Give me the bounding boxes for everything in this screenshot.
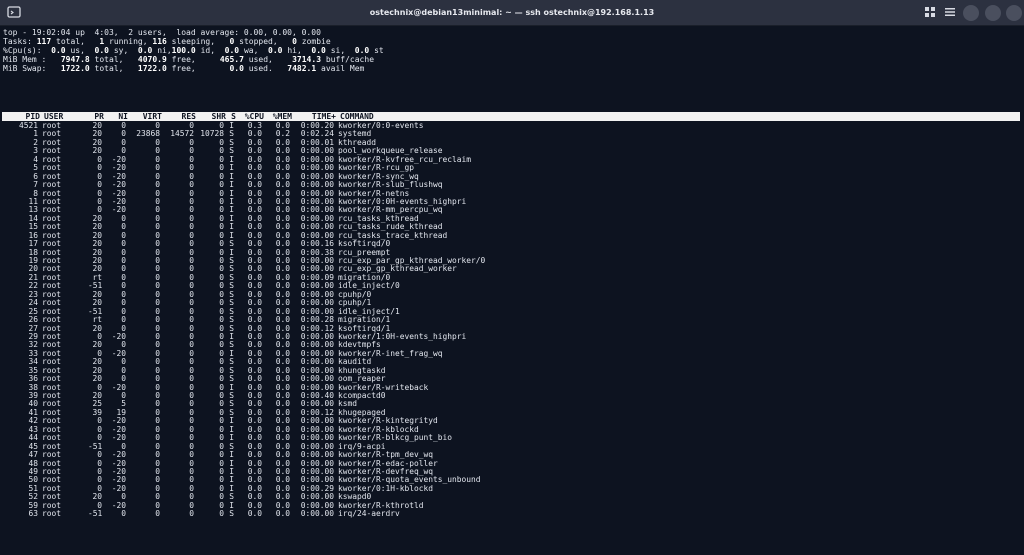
column-header-command[interactable]: COMMAND: [336, 112, 660, 121]
minimize-icon[interactable]: [963, 5, 979, 21]
cell-command: kcompactd0: [338, 391, 386, 400]
process-table: 4521 root 20 0 0 0 0 I 0.3 0.0 0:00.20 kworker/0:0-…: [0, 121, 658, 519]
cell-shr: 0: [219, 509, 224, 519]
cell-command: irq/24-aerdrv: [338, 509, 400, 519]
column-header-virt[interactable]: VIRT: [128, 112, 162, 121]
column-header-state[interactable]: S: [226, 112, 236, 121]
window-title: ostechnix@debian13minimal: ~ — ssh ostec…: [369, 8, 655, 17]
summary-swap: MiB Swap: 1722.0 total, 1722.0 free, 0.0…: [3, 64, 365, 73]
column-header-user[interactable]: USER: [40, 112, 90, 121]
cell-state: S: [229, 509, 234, 519]
cell-time: 0:00.00: [300, 509, 334, 519]
column-header-time[interactable]: TIME+: [292, 112, 336, 121]
maximize-icon[interactable]: [985, 5, 1001, 21]
close-icon[interactable]: [1006, 5, 1022, 21]
cell-user: root: [42, 509, 62, 519]
column-header-pid[interactable]: PID: [2, 112, 40, 121]
column-header-pr[interactable]: PR: [90, 112, 104, 121]
terminal-output[interactable]: top - 19:02:04 up 4:03, 2 users, load av…: [0, 26, 1024, 555]
cell-mem: 0.0: [275, 509, 290, 519]
column-header-ni[interactable]: NI: [104, 112, 128, 121]
cell-res: 0: [189, 509, 194, 519]
column-header-res[interactable]: RES: [162, 112, 196, 121]
cell-cpu: 0.0: [247, 509, 262, 519]
cell-command: cpuhp/0: [338, 289, 372, 299]
cell-command: kworker/R-inet_frag_wq: [338, 348, 443, 358]
window-titlebar: ostechnix@debian13minimal: ~ — ssh ostec…: [0, 0, 1024, 26]
process-table-header[interactable]: PID USER PR NI VIRT RES SHR S %CPU %MEM TIME+ COMMA…: [2, 112, 1020, 121]
cell-command: kworker/0:0-events: [338, 121, 424, 130]
cell-pid: 63: [28, 509, 38, 519]
cell-command: kworker/1:0H-events_highpri: [338, 331, 467, 341]
table-row[interactable]: 63 root -51 0 0 0 0 S 0.0 0.0 0:00.00 irq/24-aerdrv: [0, 509, 658, 519]
cell-pr: -51: [88, 509, 103, 519]
column-header-shr[interactable]: SHR: [196, 112, 226, 121]
cell-command: kworker/0:1H-kblockd: [338, 483, 434, 493]
cell-virt: 0: [155, 509, 160, 519]
column-header-mem[interactable]: %MEM: [264, 112, 292, 121]
column-header-cpu[interactable]: %CPU: [236, 112, 264, 121]
cell-command: systemd: [338, 129, 372, 139]
grid-icon[interactable]: [924, 6, 936, 18]
menu-icon[interactable]: [944, 6, 956, 18]
cell-command: idle_inject/0: [338, 281, 400, 291]
cell-ni: 0: [121, 509, 126, 519]
